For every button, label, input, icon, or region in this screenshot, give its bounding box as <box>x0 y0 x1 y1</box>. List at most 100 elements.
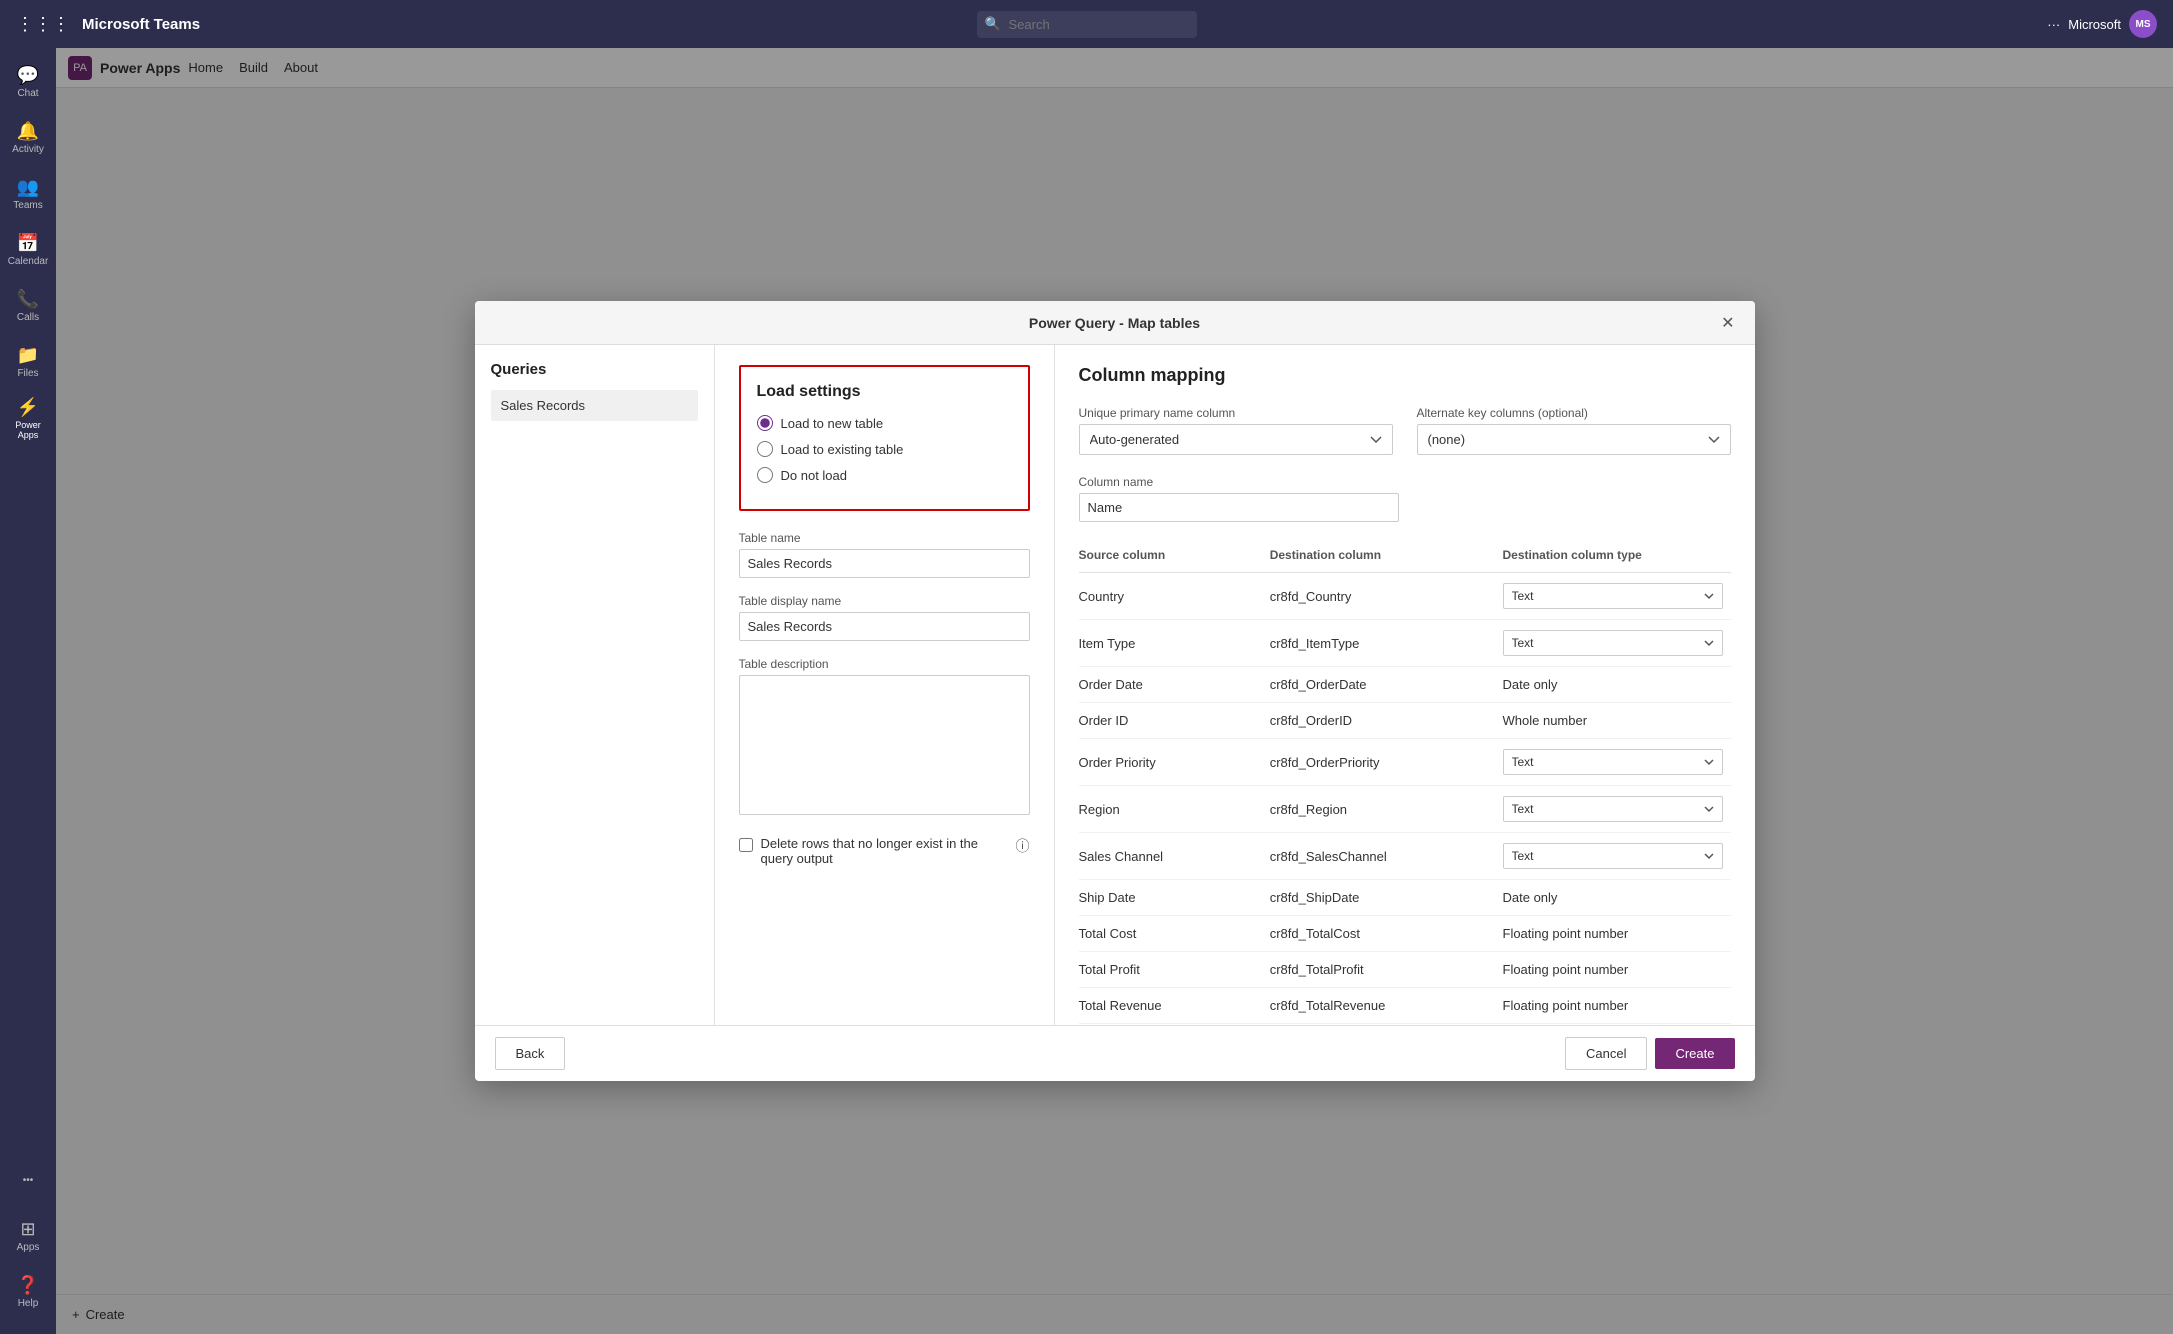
delete-rows-checkbox[interactable] <box>739 838 753 852</box>
radio-load-existing-label: Load to existing table <box>781 442 904 457</box>
content-area: PA Power Apps Home Build About Power Que… <box>56 48 2173 1334</box>
radio-do-not-load[interactable]: Do not load <box>757 467 1012 483</box>
modal-header: Power Query - Map tables ✕ <box>475 301 1755 345</box>
destination-column-cell: cr8fd_Country <box>1270 573 1503 620</box>
mapping-table: Source column Destination column Destina… <box>1079 542 1731 1025</box>
query-item-sales-records[interactable]: Sales Records <box>491 390 698 421</box>
unique-primary-group: Unique primary name column Auto-generate… <box>1079 406 1393 455</box>
destination-column-cell: cr8fd_TotalCost <box>1270 916 1503 952</box>
sidebar-item-label-activity: Activity <box>12 144 44 155</box>
powerapps-icon-sidebar: ⚡ <box>17 397 39 418</box>
alternate-key-label: Alternate key columns (optional) <box>1417 406 1731 420</box>
table-row: Order IDcr8fd_OrderIDWhole number <box>1079 703 1731 739</box>
more-options-icon[interactable]: ··· <box>2047 17 2060 32</box>
radio-load-existing[interactable]: Load to existing table <box>757 441 1012 457</box>
modal-overlay: Power Query - Map tables ✕ Queries Sales… <box>56 48 2173 1334</box>
column-mapping-panel: Column mapping Unique primary name colum… <box>1055 345 1755 1025</box>
destination-column-cell: cr8fd_SalesChannel <box>1270 833 1503 880</box>
source-column-cell: Sales Channel <box>1079 833 1270 880</box>
sidebar-item-more[interactable]: ••• <box>4 1154 52 1206</box>
table-row: Total Profitcr8fd_TotalProfitFloating po… <box>1079 952 1731 988</box>
destination-type-cell[interactable]: Text <box>1503 620 1731 667</box>
source-column-cell: Item Type <box>1079 620 1270 667</box>
load-settings-box: Load settings Load to new table Load to … <box>739 365 1030 511</box>
column-name-label: Column name <box>1079 475 1731 489</box>
sidebar-item-label-calls: Calls <box>17 312 39 323</box>
destination-type-select[interactable]: Text <box>1503 749 1723 775</box>
destination-type-cell[interactable]: Text <box>1503 739 1731 786</box>
column-mapping-title: Column mapping <box>1079 365 1731 386</box>
sidebar-item-label-powerapps: Power Apps <box>4 420 52 440</box>
destination-type-select[interactable]: Text <box>1503 796 1723 822</box>
info-icon[interactable]: ⓘ <box>1016 836 1030 856</box>
table-display-name-group: Table display name <box>739 594 1030 641</box>
cancel-button[interactable]: Cancel <box>1565 1037 1647 1070</box>
col-header-type: Destination column type <box>1503 542 1731 573</box>
destination-type-select[interactable]: Text <box>1503 583 1723 609</box>
radio-do-not-load-input[interactable] <box>757 467 773 483</box>
topbar-right: ··· Microsoft MS <box>2047 10 2157 38</box>
search-input[interactable] <box>977 11 1197 38</box>
alternate-key-select[interactable]: (none) <box>1417 424 1731 455</box>
destination-column-cell: cr8fd_OrderDate <box>1270 667 1503 703</box>
radio-do-not-load-label: Do not load <box>781 468 848 483</box>
radio-load-new-input[interactable] <box>757 415 773 431</box>
app-title: Microsoft Teams <box>82 16 200 33</box>
more-icon: ••• <box>23 1175 34 1186</box>
radio-load-new-label: Load to new table <box>781 416 884 431</box>
destination-type-cell[interactable]: Text <box>1503 786 1731 833</box>
table-description-label: Table description <box>739 657 1030 671</box>
sidebar-item-label-help: Help <box>18 1298 39 1309</box>
table-description-input[interactable] <box>739 675 1030 815</box>
sidebar-item-powerapps[interactable]: ⚡ Power Apps <box>4 392 52 444</box>
sidebar-item-label-apps: Apps <box>17 1242 40 1253</box>
sidebar-item-chat[interactable]: 💬 Chat <box>4 56 52 108</box>
table-row: Sales Channelcr8fd_SalesChannelText <box>1079 833 1731 880</box>
destination-type-select[interactable]: Text <box>1503 630 1723 656</box>
destination-type-cell: Date only <box>1503 880 1731 916</box>
destination-type-select[interactable]: Text <box>1503 843 1723 869</box>
source-column-cell: Ship Date <box>1079 880 1270 916</box>
source-column-cell: Order ID <box>1079 703 1270 739</box>
destination-type-cell[interactable]: Text <box>1503 833 1731 880</box>
table-display-name-input[interactable] <box>739 612 1030 641</box>
col-header-source: Source column <box>1079 542 1270 573</box>
mapping-controls: Unique primary name column Auto-generate… <box>1079 406 1731 455</box>
sidebar-item-activity[interactable]: 🔔 Activity <box>4 112 52 164</box>
sidebar-item-label-chat: Chat <box>17 88 38 99</box>
back-button[interactable]: Back <box>495 1037 566 1070</box>
sidebar-item-calls[interactable]: 📞 Calls <box>4 280 52 332</box>
destination-type-cell: Whole number <box>1503 703 1731 739</box>
sidebar-item-label-files: Files <box>17 368 38 379</box>
create-button[interactable]: Create <box>1655 1038 1734 1069</box>
source-column-cell: Order Priority <box>1079 739 1270 786</box>
avatar[interactable]: MS <box>2129 10 2157 38</box>
modal-body: Queries Sales Records Load settings Load… <box>475 345 1755 1025</box>
source-column-cell: Region <box>1079 786 1270 833</box>
radio-load-new[interactable]: Load to new table <box>757 415 1012 431</box>
sidebar-item-apps[interactable]: ⊞ Apps <box>4 1210 52 1262</box>
destination-type-cell: Floating point number <box>1503 988 1731 1024</box>
source-column-cell: Order Date <box>1079 667 1270 703</box>
help-icon: ❓ <box>17 1275 39 1296</box>
sidebar-bottom: ••• ⊞ Apps ❓ Help <box>4 1154 52 1326</box>
search-bar[interactable]: 🔍 <box>977 11 1197 38</box>
teams-grid-icon[interactable]: ⋮⋮⋮ <box>16 14 70 35</box>
destination-column-cell: cr8fd_Region <box>1270 786 1503 833</box>
modal-title: Power Query - Map tables <box>1029 315 1200 331</box>
col-header-destination: Destination column <box>1270 542 1503 573</box>
table-name-input[interactable] <box>739 549 1030 578</box>
sidebar-item-help[interactable]: ❓ Help <box>4 1266 52 1318</box>
chat-icon: 💬 <box>17 65 39 86</box>
radio-load-existing-input[interactable] <box>757 441 773 457</box>
close-button[interactable]: ✕ <box>1713 309 1742 337</box>
sidebar-item-files[interactable]: 📁 Files <box>4 336 52 388</box>
destination-type-cell[interactable]: Text <box>1503 573 1731 620</box>
column-name-input[interactable] <box>1079 493 1399 522</box>
main-layout: 💬 Chat 🔔 Activity 👥 Teams 📅 Calendar 📞 C… <box>0 48 2173 1334</box>
table-row: Ship Datecr8fd_ShipDateDate only <box>1079 880 1731 916</box>
sidebar-item-calendar[interactable]: 📅 Calendar <box>4 224 52 276</box>
sidebar-item-teams[interactable]: 👥 Teams <box>4 168 52 220</box>
table-row: Order Datecr8fd_OrderDateDate only <box>1079 667 1731 703</box>
unique-primary-select[interactable]: Auto-generated <box>1079 424 1393 455</box>
